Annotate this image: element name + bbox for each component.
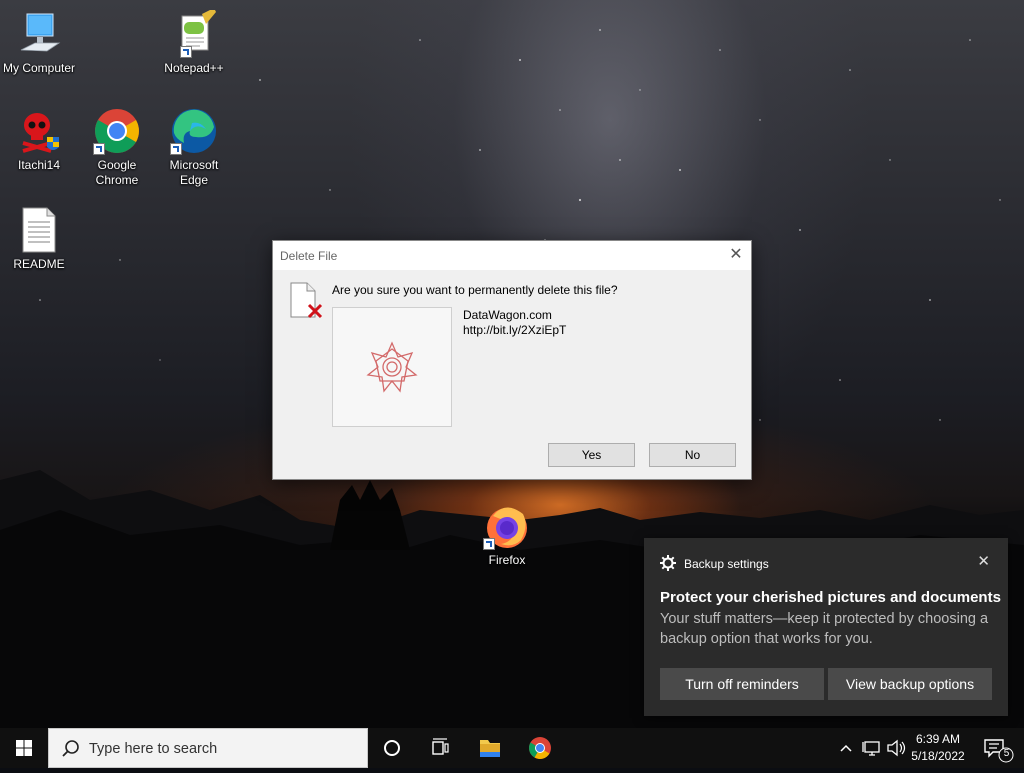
cortana-circle-icon [384,740,400,756]
desktop-icon-microsoft-edge[interactable]: Microsoft Edge [155,107,233,188]
desktop-icon-label-line1: Google [97,158,137,172]
toast-title: Protect your cherished pictures and docu… [660,589,1001,606]
start-button[interactable] [0,728,48,768]
volume-tray-button[interactable] [884,728,908,768]
chrome-icon [529,737,551,759]
task-view-button[interactable] [416,728,464,768]
clock-time: 6:39 AM [915,732,961,746]
turn-off-reminders-button[interactable]: Turn off reminders [660,668,824,700]
desktop-icon-firefox[interactable]: Firefox [468,502,546,568]
shortcut-arrow-icon [483,538,495,550]
file-name: DataWagon.com [463,308,552,322]
shortcut-arrow-icon [93,143,105,155]
shortcut-arrow-icon [180,46,192,58]
dialog-titlebar[interactable]: Delete File ✕ [273,241,751,270]
chrome-taskbar-button[interactable] [516,728,564,768]
network-icon [862,741,880,756]
show-hidden-icons-button[interactable] [834,728,858,768]
dialog-question: Are you sure you want to permanently del… [332,283,618,297]
dialog-close-button[interactable]: ✕ [721,241,751,270]
network-tray-button[interactable] [860,728,884,768]
file-preview-thumbnail [332,307,452,427]
clock[interactable]: 6:39 AM 5/18/2022 [906,731,970,765]
delete-file-dialog: Delete File ✕ Are you sure you want to p… [272,240,752,480]
file-info: DataWagon.com http://bit.ly/2XziEpT [463,308,566,338]
search-placeholder: Type here to search [89,741,218,757]
gear-icon [660,555,676,571]
file-link: http://bit.ly/2XziEpT [463,323,567,337]
task-view-icon [432,738,449,755]
folder-icon [480,740,500,757]
notification-count-badge: 5 [1003,748,1010,759]
toast-app-name: Backup settings [684,557,769,571]
delete-file-icon [290,282,323,319]
desktop-icon-my-computer[interactable]: My Computer [0,10,78,76]
cortana-button[interactable] [368,728,416,768]
desktop-icon-notepadpp[interactable]: Notepad++ [155,10,233,76]
clock-date: 5/18/2022 [911,749,965,763]
toast-close-button[interactable]: ✕ [977,552,990,570]
desktop-icon-label-line2: Edge [179,173,209,187]
yes-button[interactable]: Yes [548,443,635,467]
view-backup-options-button[interactable]: View backup options [828,668,992,700]
desktop-icon-itachi14[interactable]: Itachi14 [0,107,78,173]
chevron-up-icon [840,744,852,752]
desktop-icon-label: README [13,257,65,271]
notepadpp-icon [181,10,216,51]
dialog-title: Delete File [280,249,338,263]
desktop-icon-label: My Computer [2,61,76,75]
desktop-icon-label-line2: Chrome [95,173,139,187]
desktop-icon-label-line1: Microsoft [169,158,219,172]
notification-icon [984,739,1014,763]
action-center-button[interactable]: 5 [978,728,1018,768]
backup-notification-toast[interactable]: Backup settings ✕ Protect your cherished… [644,538,1008,716]
desktop-icon-label: Itachi14 [17,158,61,172]
toast-body: Your stuff matters—keep it protected by … [660,611,989,647]
speaker-icon [887,739,906,757]
taskbar-search-box[interactable]: Type here to search [48,728,368,768]
shortcut-arrow-icon [170,143,182,155]
no-button[interactable]: No [649,443,736,467]
windows-logo-icon [16,740,32,756]
computer-icon [20,13,61,52]
taskbar: Type here to search 6:39 AM 5/18/2022 5 [0,728,1024,768]
desktop-icon-google-chrome[interactable]: Google Chrome [78,107,156,188]
file-explorer-taskbar-button[interactable] [466,728,514,768]
search-icon [62,740,79,757]
skull-icon [22,113,59,153]
desktop-icon-label: Notepad++ [164,61,224,75]
desktop-icon-label: Firefox [488,553,526,567]
datawagon-logo-icon [366,341,418,393]
text-file-icon [22,207,56,253]
desktop-icon-readme[interactable]: README [0,206,78,272]
